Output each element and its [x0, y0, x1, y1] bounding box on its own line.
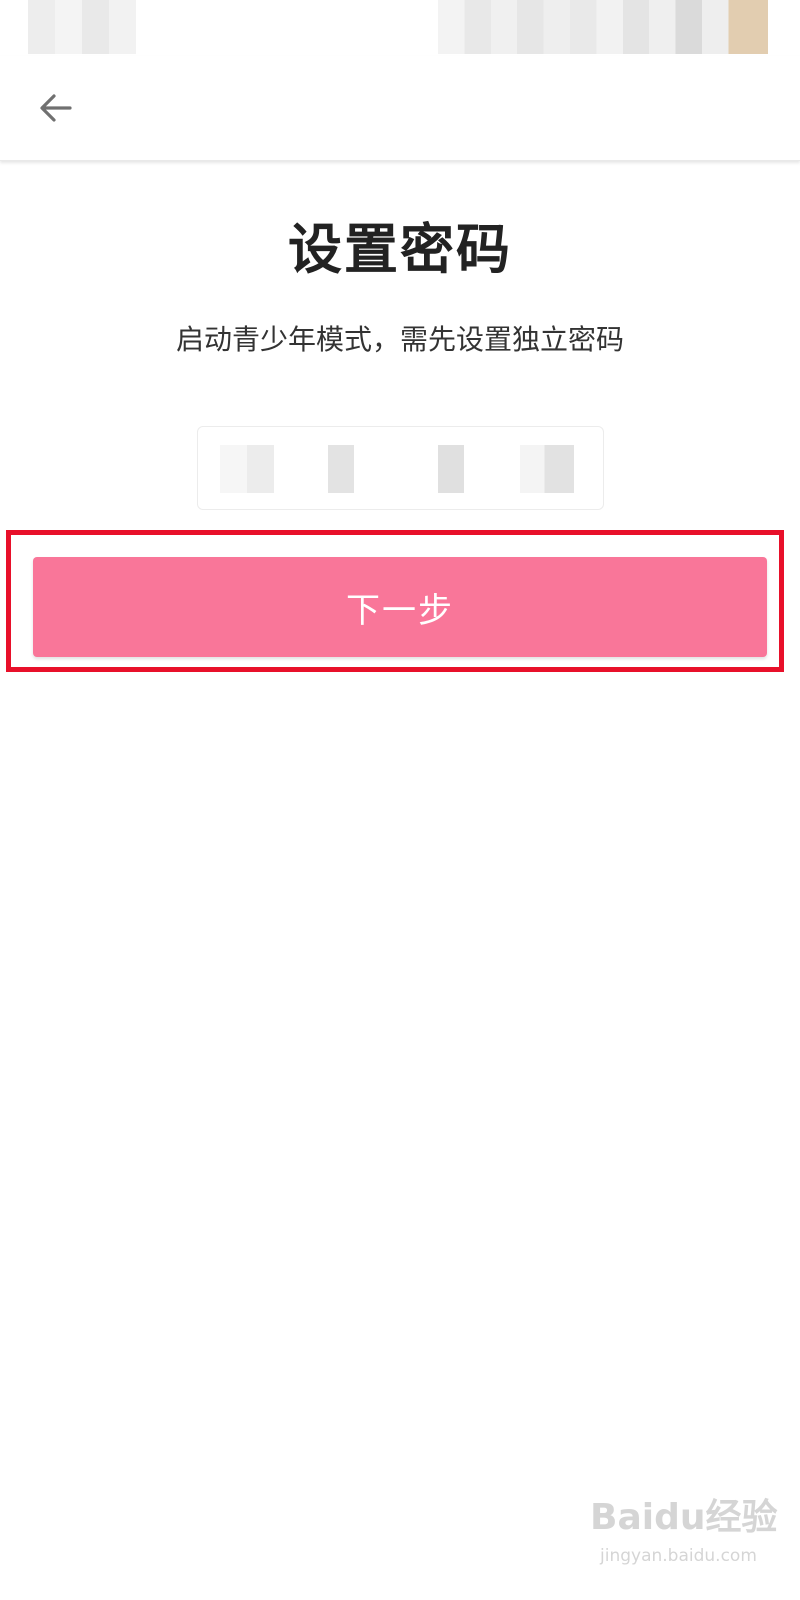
password-input[interactable]: [197, 426, 604, 510]
baidu-jingyan-watermark: Baidu经验 jingyan.baidu.com: [590, 1488, 777, 1588]
password-digit-2: [328, 445, 354, 493]
watermark-logo: Baidu经验: [590, 1497, 778, 1538]
back-button[interactable]: [26, 78, 86, 138]
arrow-left-icon: [38, 90, 74, 126]
screen: 设置密码 启动青少年模式，需先设置独立密码 下一步 Baidu经验 jingya…: [0, 0, 800, 1600]
watermark-url: jingyan.baidu.com: [600, 1546, 757, 1566]
status-bar-left-blur: [28, 0, 136, 54]
top-toolbar: [0, 56, 800, 161]
password-digit-1: [220, 445, 274, 493]
status-bar-right-blur: [438, 0, 768, 54]
status-bar: [0, 0, 800, 56]
password-digit-4: [520, 445, 574, 493]
page-subtitle: 启动青少年模式，需先设置独立密码: [175, 323, 624, 356]
password-digit-3: [438, 445, 464, 493]
page-title: 设置密码: [288, 218, 512, 281]
next-button[interactable]: 下一步: [33, 557, 767, 657]
